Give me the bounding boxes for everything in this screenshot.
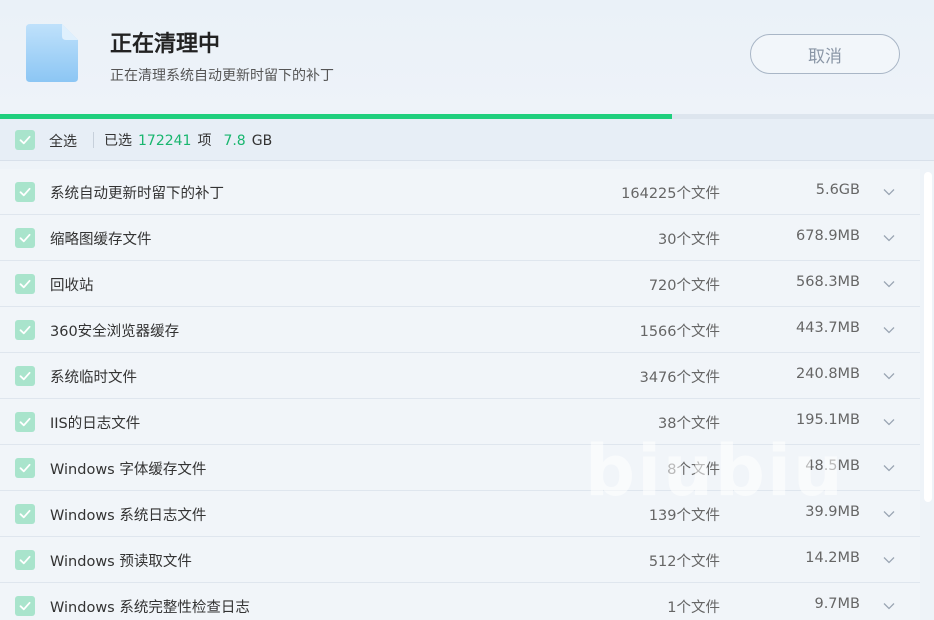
item-file-count: 1个文件 xyxy=(667,600,720,616)
list-item[interactable]: IIS的日志文件 38个文件 195.1MB xyxy=(0,399,920,445)
file-icon xyxy=(26,24,78,82)
item-checkbox[interactable] xyxy=(15,504,35,524)
chevron-down-icon[interactable] xyxy=(882,370,896,382)
list-item[interactable]: Windows 系统日志文件 139个文件 39.9MB xyxy=(0,491,920,537)
item-size: 195.1MB xyxy=(796,412,860,428)
item-size: 678.9MB xyxy=(796,228,860,244)
list-item[interactable]: Windows 系统完整性检查日志 1个文件 9.7MB xyxy=(0,583,920,620)
item-checkbox[interactable] xyxy=(15,320,35,340)
item-name: 系统自动更新时留下的补丁 xyxy=(50,186,224,202)
cancel-button[interactable]: 取消 xyxy=(750,34,900,74)
check-icon xyxy=(19,135,31,144)
item-file-count: 164225个文件 xyxy=(621,186,720,202)
item-name: IIS的日志文件 xyxy=(50,416,141,432)
divider xyxy=(93,131,94,148)
list-item[interactable]: Windows 预读取文件 512个文件 14.2MB xyxy=(0,537,920,583)
check-icon xyxy=(19,555,31,565)
item-name: Windows 系统日志文件 xyxy=(50,508,207,524)
select-all-checkbox[interactable] xyxy=(15,129,35,150)
item-size: 568.3MB xyxy=(796,274,860,290)
chevron-down-icon[interactable] xyxy=(882,462,896,474)
check-icon xyxy=(19,325,31,335)
chevron-down-icon[interactable] xyxy=(882,600,896,612)
item-checkbox[interactable] xyxy=(15,596,35,616)
item-checkbox[interactable] xyxy=(15,412,35,432)
check-icon xyxy=(19,463,31,473)
list-item[interactable]: 缩略图缓存文件 30个文件 678.9MB xyxy=(0,215,920,261)
check-icon xyxy=(19,233,31,243)
item-name: Windows 预读取文件 xyxy=(50,554,192,570)
item-checkbox[interactable] xyxy=(15,274,35,294)
check-icon xyxy=(19,371,31,381)
item-size: 9.7MB xyxy=(814,596,860,612)
chevron-down-icon[interactable] xyxy=(882,232,896,244)
scrollbar[interactable] xyxy=(924,172,932,502)
status-subtitle: 正在清理系统自动更新时留下的补丁 xyxy=(110,68,334,84)
item-checkbox[interactable] xyxy=(15,228,35,248)
cleanup-item-list: 系统自动更新时留下的补丁 164225个文件 5.6GB 缩略图缓存文件 30个文件 67… xyxy=(0,169,920,620)
item-size: 5.6GB xyxy=(815,182,860,198)
item-file-count: 1566个文件 xyxy=(639,324,720,340)
item-name: 缩略图缓存文件 xyxy=(50,232,152,248)
select-all-label[interactable]: 全选 xyxy=(49,131,77,151)
check-icon xyxy=(19,279,31,289)
item-size: 14.2MB xyxy=(805,550,860,566)
check-icon xyxy=(19,601,31,611)
list-item[interactable]: 系统临时文件 3476个文件 240.8MB xyxy=(0,353,920,399)
chevron-down-icon[interactable] xyxy=(882,554,896,566)
selected-count-unit: 项 xyxy=(197,132,212,149)
item-name: Windows 字体缓存文件 xyxy=(50,462,207,478)
item-file-count: 30个文件 xyxy=(658,232,720,248)
item-size: 39.9MB xyxy=(805,504,860,520)
selected-size: 7.8 xyxy=(223,132,246,149)
item-file-count: 720个文件 xyxy=(648,278,720,294)
header: 正在清理中 正在清理系统自动更新时留下的补丁 取消 xyxy=(0,0,934,114)
chevron-down-icon[interactable] xyxy=(882,186,896,198)
item-name: 回收站 xyxy=(50,278,94,294)
item-checkbox[interactable] xyxy=(15,458,35,478)
item-checkbox[interactable] xyxy=(15,182,35,202)
selected-size-unit: GB xyxy=(251,132,273,149)
item-checkbox[interactable] xyxy=(15,366,35,386)
check-icon xyxy=(19,417,31,427)
item-file-count: 38个文件 xyxy=(658,416,720,432)
item-size: 240.8MB xyxy=(796,366,860,382)
item-file-count: 8个文件 xyxy=(667,462,720,478)
item-name: 系统临时文件 xyxy=(50,370,137,386)
selection-summary: 已选 172241 项 7.8 GB xyxy=(104,130,272,150)
selected-count: 172241 xyxy=(138,132,192,149)
item-file-count: 139个文件 xyxy=(648,508,720,524)
chevron-down-icon[interactable] xyxy=(882,324,896,336)
page-title: 正在清理中 xyxy=(110,32,221,57)
item-name: 360安全浏览器缓存 xyxy=(50,324,180,340)
chevron-down-icon[interactable] xyxy=(882,508,896,520)
selection-bar: 全选 已选 172241 项 7.8 GB xyxy=(0,119,934,161)
list-item[interactable]: Windows 字体缓存文件 8个文件 48.5MB xyxy=(0,445,920,491)
item-file-count: 512个文件 xyxy=(648,554,720,570)
check-icon xyxy=(19,187,31,197)
list-item[interactable]: 系统自动更新时留下的补丁 164225个文件 5.6GB xyxy=(0,169,920,215)
item-file-count: 3476个文件 xyxy=(639,370,720,386)
list-item[interactable]: 回收站 720个文件 568.3MB xyxy=(0,261,920,307)
chevron-down-icon[interactable] xyxy=(882,416,896,428)
item-checkbox[interactable] xyxy=(15,550,35,570)
list-item[interactable]: 360安全浏览器缓存 1566个文件 443.7MB xyxy=(0,307,920,353)
item-size: 48.5MB xyxy=(805,458,860,474)
item-name: Windows 系统完整性检查日志 xyxy=(50,600,250,616)
selection-prefix: 已选 xyxy=(104,132,132,149)
item-size: 443.7MB xyxy=(796,320,860,336)
chevron-down-icon[interactable] xyxy=(882,278,896,290)
check-icon xyxy=(19,509,31,519)
